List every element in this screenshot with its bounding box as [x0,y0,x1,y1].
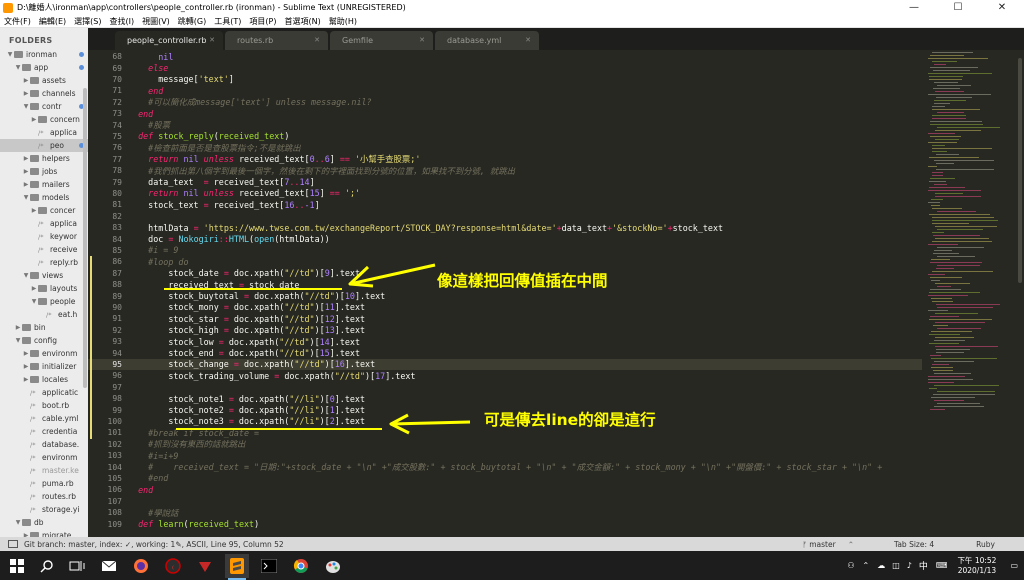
syntax-mode[interactable]: Ruby [976,540,995,549]
system-tray: ⚇ ⌃ ☁ ◫ ♪ 中 ⌨ 下午 10:52 2020/1/13 ▭ [847,551,1024,580]
chevron-up-icon[interactable]: ⌃ [863,561,870,570]
task-view-icon[interactable] [65,554,89,578]
arrow-line-2 [390,420,471,426]
people-icon[interactable]: ⚇ [847,561,854,570]
notification-icon[interactable]: ▭ [1010,561,1018,570]
status-bar: Git branch: master, index: ✓, working: 1… [0,537,1024,551]
git-branch[interactable]: ᚠ master [802,540,835,549]
firefox-icon[interactable] [129,554,153,578]
annotation-text-1: 像這樣把回傳值插在中間 [437,272,608,290]
ime-indicator[interactable]: 中 [919,559,928,572]
red-app-icon[interactable] [193,554,217,578]
mail-icon[interactable] [97,554,121,578]
clock-date: 2020/1/13 [957,565,997,575]
search-icon[interactable] [35,554,59,578]
cloud-icon[interactable]: ☁ [877,561,885,570]
clock-time: 下午 10:52 [957,555,997,565]
start-icon[interactable] [5,554,29,578]
windows-taskbar: ₍ ⚇ ⌃ ☁ ◫ ♪ 中 ⌨ 下午 10:52 2020/1/13 ▭ [0,551,1024,580]
chevron-up-icon: ⌃ [847,539,854,549]
chrome-icon[interactable] [289,554,313,578]
network-icon[interactable]: ◫ [892,561,900,570]
keyboard-icon[interactable]: ⌨ [936,561,948,570]
clock[interactable]: 下午 10:52 2020/1/13 [957,556,996,576]
paint-icon[interactable] [321,554,345,578]
arrow-head-1 [348,265,374,288]
status-text: Git branch: master, index: ✓, working: 1… [24,539,284,549]
terminal-icon[interactable] [257,554,281,578]
panel-toggle-icon[interactable] [8,540,18,548]
sublime-icon[interactable] [225,554,249,580]
game-icon[interactable]: ₍ [161,554,185,578]
arrow-line-1 [349,263,436,286]
volume-icon[interactable]: ♪ [907,561,912,570]
tab-size[interactable]: Tab Size: 4 [894,540,934,549]
annotation-text-2: 可是傳去line的卻是這行 [484,411,656,429]
svg-text:₍: ₍ [172,562,174,571]
